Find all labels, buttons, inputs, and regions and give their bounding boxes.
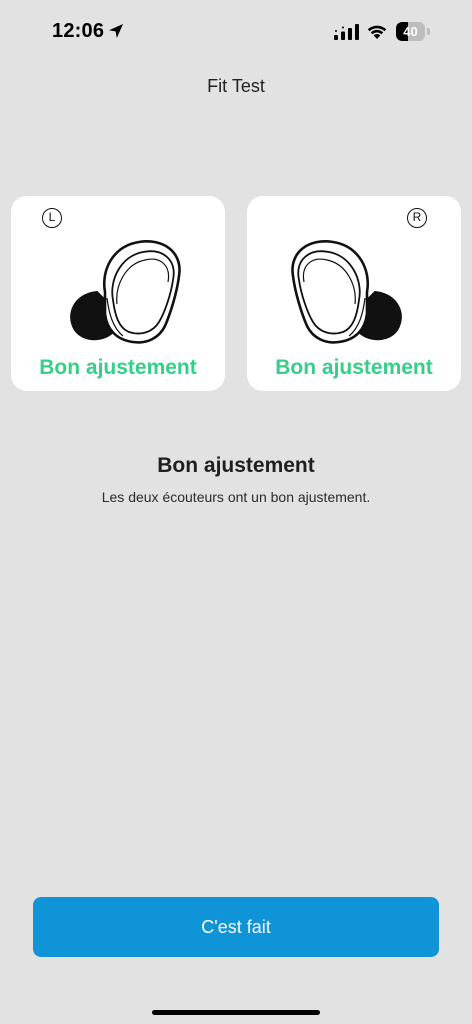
result-description: Les deux écouteurs ont un bon ajustement… (101, 489, 371, 505)
left-earbud-card: L Bon ajustement (11, 196, 225, 391)
home-indicator[interactable] (152, 1010, 320, 1015)
status-bar: 12:06 40 (0, 0, 472, 64)
left-fit-status: Bon ajustement (39, 356, 197, 379)
done-button[interactable]: C'est fait (33, 897, 439, 957)
earbud-left-icon (70, 240, 181, 344)
location-arrow-icon (109, 24, 123, 38)
battery-indicator: 40 (396, 22, 430, 41)
right-side-badge: R (407, 208, 427, 228)
result-title: Bon ajustement (157, 454, 315, 477)
battery-tip (427, 28, 430, 35)
right-earbud-card: R Bon ajustement (247, 196, 461, 391)
left-side-badge: L (42, 208, 62, 228)
page-title: Fit Test (207, 76, 265, 96)
earbud-right-icon (291, 240, 402, 344)
right-fit-status: Bon ajustement (275, 356, 433, 379)
status-time: 12:06 (52, 20, 105, 42)
wifi-icon (367, 25, 387, 39)
battery-level: 40 (403, 24, 418, 39)
battery-body: 40 (396, 22, 425, 41)
cellular-signal-icon (334, 24, 359, 40)
